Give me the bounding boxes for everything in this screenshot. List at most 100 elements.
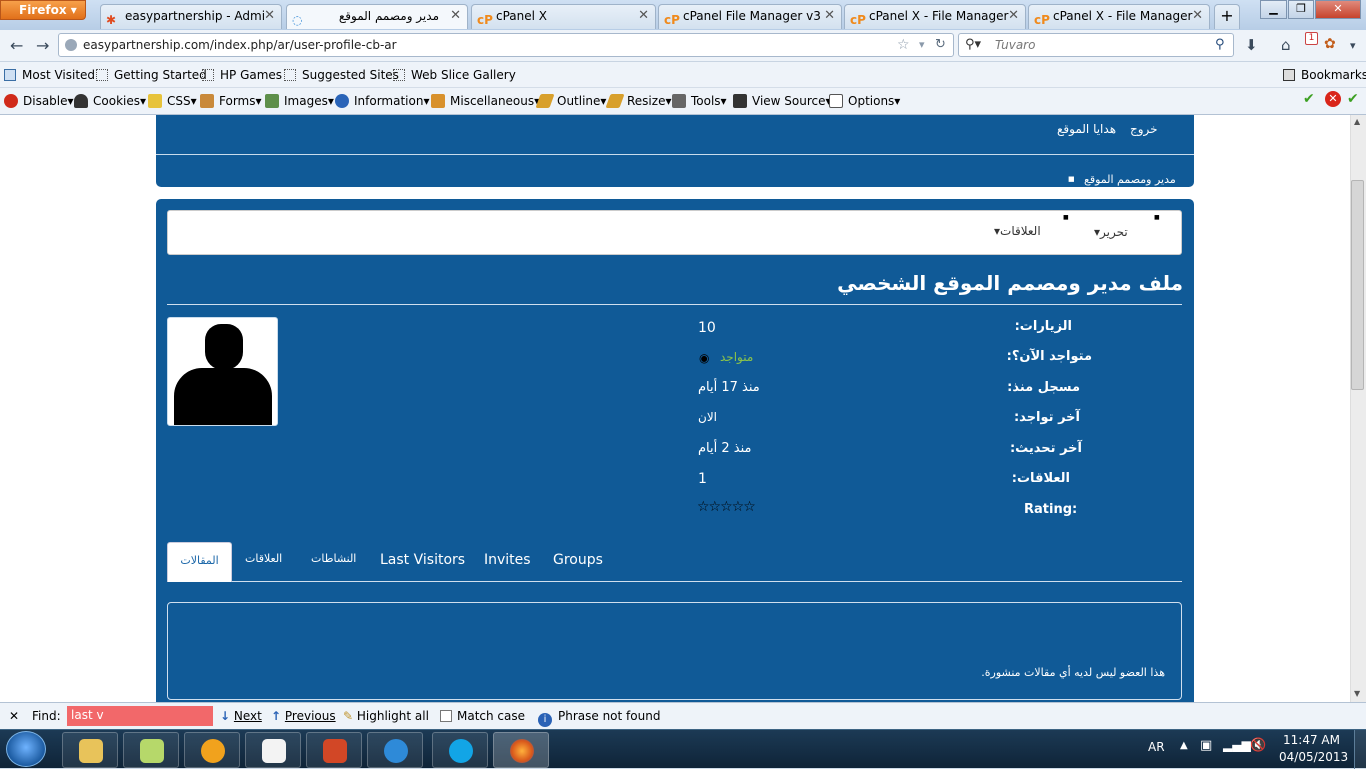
dev-outline[interactable]: Outline▾: [535, 94, 606, 108]
back-icon[interactable]: ←: [10, 36, 23, 55]
bookmark-web-slice-gallery[interactable]: Web Slice Gallery: [393, 68, 516, 82]
new-tab-button[interactable]: +: [1214, 4, 1240, 29]
divider: [156, 154, 1194, 155]
network-tray-icon[interactable]: ▣: [1200, 738, 1212, 753]
tab-connections[interactable]: العلاقات: [245, 552, 282, 565]
arrow-up-icon: ↑: [271, 709, 282, 723]
menu-chevron-icon[interactable]: ▾: [1350, 39, 1356, 52]
dev-images[interactable]: Images▾: [265, 94, 334, 108]
tab-cpanel[interactable]: cP cPanel X ✕: [471, 4, 656, 29]
taskbar-explorer[interactable]: [62, 732, 118, 768]
articles-panel: [167, 602, 1182, 700]
dev-forms[interactable]: Forms▾: [200, 94, 262, 108]
start-button[interactable]: [6, 731, 46, 767]
url-bar[interactable]: easypartnership.com/index.php/ar/user-pr…: [58, 33, 954, 57]
check-icon[interactable]: ✔: [1347, 91, 1359, 107]
minimize-button[interactable]: ▁: [1260, 0, 1287, 19]
dev-disable[interactable]: Disable▾: [4, 94, 74, 108]
tab-cpanel-filemanager-v3[interactable]: cP cPanel File Manager v3 ✕: [658, 4, 842, 29]
site-gifts-link[interactable]: هدايا الموقع: [1057, 122, 1116, 136]
tab-profile[interactable]: ◌ مدير ومصمم الموقع ✕: [286, 4, 468, 29]
scroll-up-icon[interactable]: ▲: [1354, 117, 1360, 126]
scrollbar-thumb[interactable]: [1351, 180, 1364, 390]
volume-muted-icon[interactable]: 🔇: [1250, 738, 1266, 753]
dev-cookies[interactable]: Cookies▾: [74, 94, 146, 108]
connections-menu-label: العلاقات: [1000, 224, 1041, 238]
input-language[interactable]: AR: [1148, 740, 1165, 754]
close-window-button[interactable]: ✕: [1315, 0, 1361, 19]
dev-tools[interactable]: Tools▾: [672, 94, 727, 108]
tab-last-visitors[interactable]: Last Visitors: [380, 552, 465, 568]
taskbar-solitaire[interactable]: [245, 732, 301, 768]
close-tab-icon[interactable]: ✕: [1008, 5, 1019, 27]
error-icon[interactable]: ✕: [1325, 91, 1341, 107]
logout-link[interactable]: خروج: [1130, 122, 1158, 136]
clock-time[interactable]: 11:47 AM: [1283, 733, 1340, 747]
close-tab-icon[interactable]: ✕: [450, 5, 461, 27]
tray-chevron-icon[interactable]: ▲: [1180, 740, 1188, 751]
close-tab-icon[interactable]: ✕: [264, 5, 275, 27]
firefox-menu-button[interactable]: Firefox ▾: [0, 0, 86, 20]
tab-articles[interactable]: المقالات: [167, 542, 232, 582]
signal-tray-icon[interactable]: ▂▄▆: [1223, 738, 1251, 752]
highlight-all-button[interactable]: ✎ Highlight all: [343, 709, 429, 723]
tab-easypartnership[interactable]: ✱ easypartnership - Admini... ✕: [100, 4, 282, 29]
rating-stars[interactable]: ☆☆☆☆☆: [697, 499, 756, 515]
tab-cpanel-filemanager-2[interactable]: cP cPanel X - File Manager ✕: [1028, 4, 1210, 29]
dev-label: CSS▾: [167, 94, 197, 108]
dev-miscellaneous[interactable]: Miscellaneous▾: [431, 94, 540, 108]
taskbar-app-b[interactable]: [184, 732, 240, 768]
bookmark-hp-games[interactable]: HP Games: [202, 68, 282, 82]
downloads-icon[interactable]: ⬇: [1245, 36, 1258, 54]
taskbar-sticky[interactable]: [123, 732, 179, 768]
taskbar-firefox[interactable]: [493, 732, 549, 768]
scroll-down-icon[interactable]: ▼: [1354, 689, 1360, 698]
taskbar-skype[interactable]: [432, 732, 488, 768]
highlighter-icon: ✎: [343, 709, 354, 723]
forward-icon[interactable]: →: [36, 36, 49, 55]
tab-activities[interactable]: النشاطات: [311, 552, 356, 565]
edit-menu[interactable]: ▾تحرير: [1094, 225, 1128, 239]
dev-resize[interactable]: Resize▾: [605, 94, 671, 108]
notification-badge[interactable]: 1: [1305, 32, 1318, 45]
reload-icon[interactable]: ↻: [935, 34, 946, 56]
search-icon[interactable]: ⚲: [1215, 34, 1225, 56]
search-bar[interactable]: ⚲▾ Tuvaro ⚲: [958, 33, 1234, 57]
articles-empty-message: هذا العضو ليس لديه أي مقالات منشورة.: [981, 666, 1165, 679]
find-previous-button[interactable]: ↑ Previous: [271, 709, 336, 723]
dev-view-source[interactable]: View Source▾: [733, 94, 832, 108]
close-findbar-icon[interactable]: ✕: [9, 709, 19, 723]
match-case-checkbox[interactable]: Match case: [440, 709, 525, 723]
search-engine-icon[interactable]: ⚲▾: [965, 34, 981, 56]
dev-information[interactable]: Information▾: [335, 94, 430, 108]
taskbar-presentation[interactable]: [306, 732, 362, 768]
bookmark-getting-started[interactable]: Getting Started: [96, 68, 207, 82]
star-icon[interactable]: ☆: [897, 34, 910, 56]
find-input[interactable]: last v: [67, 706, 213, 726]
tab-groups[interactable]: Groups: [553, 552, 603, 568]
maximize-button[interactable]: ❐: [1288, 0, 1314, 19]
dev-css[interactable]: CSS▾: [148, 94, 197, 108]
bookmark-most-visited[interactable]: Most Visited: [4, 68, 95, 82]
find-next-button[interactable]: ↓ Next: [220, 709, 262, 723]
breadcrumb[interactable]: مدير ومصمم الموقع: [1084, 173, 1176, 186]
show-desktop-button[interactable]: [1354, 730, 1366, 769]
bookmark-suggested-sites[interactable]: Suggested Sites: [284, 68, 399, 82]
addon-icon[interactable]: ✿: [1324, 36, 1336, 52]
home-icon[interactable]: ⌂: [1281, 36, 1291, 54]
tab-cpanel-filemanager-1[interactable]: cP cPanel X - File Manager ✕: [844, 4, 1026, 29]
close-tab-icon[interactable]: ✕: [1192, 5, 1203, 27]
dropdown-icon[interactable]: ▾: [919, 34, 925, 56]
tab-invites[interactable]: Invites: [484, 552, 531, 568]
dev-label: Miscellaneous▾: [450, 94, 541, 108]
bookmarks-menu[interactable]: Bookmarks: [1283, 68, 1366, 82]
check-icon[interactable]: ✔: [1303, 91, 1315, 107]
find-status: i Phrase not found: [538, 709, 660, 727]
avatar-head: [205, 324, 243, 370]
dev-options[interactable]: Options▾: [829, 94, 900, 108]
connections-menu[interactable]: ▾العلاقات: [994, 224, 1041, 238]
close-tab-icon[interactable]: ✕: [824, 5, 835, 27]
clock-date[interactable]: 04/05/2013: [1279, 750, 1348, 764]
close-tab-icon[interactable]: ✕: [638, 5, 649, 27]
taskbar-ie[interactable]: [367, 732, 423, 768]
